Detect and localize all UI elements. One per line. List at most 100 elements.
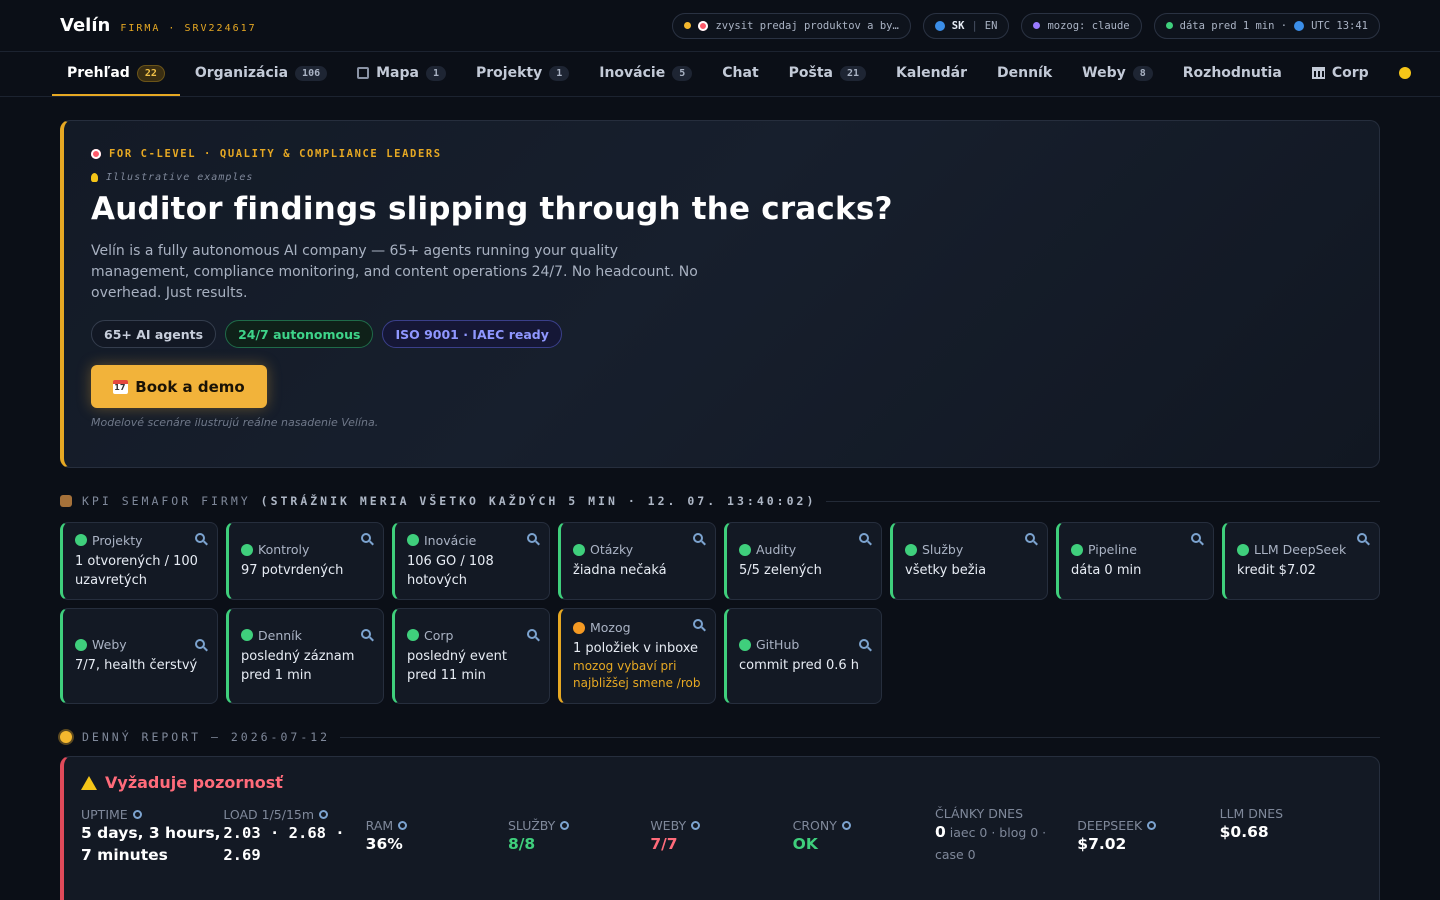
tab-prehlad[interactable]: Prehľad 22 <box>52 52 180 96</box>
tab-kalendar[interactable]: Kalendár <box>881 52 982 96</box>
kpi-card-llm-deepseek[interactable]: LLM DeepSeek kredit $7.02 <box>1222 522 1380 600</box>
magnifier-icon[interactable] <box>398 820 408 830</box>
kpi-value: žiadna nečaká <box>573 563 667 578</box>
tab-posta[interactable]: Pošta 21 <box>774 52 881 96</box>
lang-sk[interactable]: SK <box>952 20 965 32</box>
status-dot <box>1071 543 1083 556</box>
magnifier-icon[interactable] <box>361 533 371 543</box>
crons-value: OK <box>792 834 818 853</box>
uptime-label: UPTIME <box>81 806 128 822</box>
tab-corp[interactable]: Corp <box>1297 52 1384 96</box>
kpi-name: Corp <box>407 628 537 643</box>
goal-pill[interactable]: zvysit predaj produktov a by… <box>672 12 911 39</box>
bulb-icon <box>91 173 98 182</box>
kpi-value: 106 GO / 108 hotových <box>407 553 494 588</box>
kpi-card-corp[interactable]: Corp posledný event pred 11 min <box>392 608 550 704</box>
kpi-value: kredit $7.02 <box>1237 563 1316 578</box>
kpi-card-pipeline[interactable]: Pipeline dáta 0 min <box>1056 522 1214 600</box>
kpi-card-otazky[interactable]: Otázky žiadna nečaká <box>558 522 716 600</box>
hero-banner: FOR C-LEVEL · QUALITY & COMPLIANCE LEADE… <box>60 120 1380 468</box>
data-age-pill[interactable]: dáta pred 1 min · UTC 13:41 <box>1153 12 1380 39</box>
illustrative-note: Illustrative examples <box>91 172 1352 183</box>
tab-rozhodnutia[interactable]: Rozhodnutia <box>1168 52 1297 96</box>
tab-mapa[interactable]: Mapa 1 <box>342 52 461 96</box>
magnifier-icon[interactable] <box>195 533 205 543</box>
kpi-card-audity[interactable]: Audity 5/5 zelených <box>724 522 882 600</box>
kpi-section-header: KPI SEMAFOR FIRMY (STRÁŽNIK MERIA VŠETKO… <box>60 494 1380 508</box>
kpi-card-inovacie[interactable]: Inovácie 106 GO / 108 hotových <box>392 522 550 600</box>
magnifier-icon[interactable] <box>527 629 537 639</box>
illustrative-text: Illustrative examples <box>106 172 254 183</box>
kpi-name: Otázky <box>573 542 703 557</box>
tab-badge: 21 <box>840 65 867 81</box>
metric-deepseek: DEEPSEEK $7.02 <box>1077 806 1219 866</box>
magnifier-icon[interactable] <box>841 820 851 830</box>
magnifier-icon[interactable] <box>1025 533 1035 543</box>
tab-label: Kalendár <box>896 65 967 81</box>
llm-label: LLM DNES <box>1219 806 1284 821</box>
magnifier-icon[interactable] <box>1191 533 1201 543</box>
language-switcher[interactable]: SK | EN <box>922 12 1010 39</box>
kpi-label: Denník <box>258 627 302 643</box>
status-dot <box>573 543 585 556</box>
kpi-name: Služby <box>905 542 1035 557</box>
kpi-card-mozog[interactable]: Mozog 1 položiek v inboxe mozog vybaví p… <box>558 608 716 704</box>
metric-crons: CRONY OK <box>793 806 935 866</box>
owl-icon <box>60 495 72 507</box>
daily-report: Vyžaduje pozornosť UPTIME 5 days, 3 hour… <box>60 756 1380 900</box>
data-age-text: dáta pred 1 min · <box>1179 19 1288 32</box>
kpi-card-weby[interactable]: Weby 7/7, health čerstvý <box>60 608 218 704</box>
kpi-card-projekty[interactable]: Projekty 1 otvorených / 100 uzavretých <box>60 522 218 600</box>
tab-inovacie[interactable]: Inovácie 5 <box>584 52 707 96</box>
magnifier-icon[interactable] <box>1147 820 1157 830</box>
uptime-value: 5 days, 3 hours, 7 minutes <box>81 823 221 864</box>
tab-dennik[interactable]: Denník <box>982 52 1067 96</box>
magnifier-icon[interactable] <box>527 533 537 543</box>
tab-overflow[interactable] <box>1384 52 1426 96</box>
globe-icon <box>1294 20 1305 31</box>
magnifier-icon[interactable] <box>132 809 142 819</box>
tab-weby[interactable]: Weby 8 <box>1067 52 1168 96</box>
kpi-value: 1 otvorených / 100 uzavretých <box>75 553 198 588</box>
articles-breakdown: iaec 0 · blog 0 · case 0 <box>934 825 1047 862</box>
magnifier-icon[interactable] <box>319 809 329 819</box>
tab-organizacia[interactable]: Organizácia 106 <box>180 52 342 96</box>
kpi-label: GitHub <box>756 637 800 652</box>
book-demo-button[interactable]: Book a demo <box>91 365 267 408</box>
magnifier-icon[interactable] <box>361 629 371 639</box>
app-name: Velín <box>60 15 111 36</box>
load-value: 2.03 · 2.68 · 2.69 <box>223 823 345 864</box>
kpi-card-dennik[interactable]: Denník posledný záznam pred 1 min <box>226 608 384 704</box>
magnifier-icon[interactable] <box>691 820 701 830</box>
kpi-card-sluzby[interactable]: Služby všetky bežia <box>890 522 1048 600</box>
lang-en[interactable]: EN <box>985 20 998 32</box>
tab-projekty[interactable]: Projekty 1 <box>461 52 584 96</box>
deepseek-value: $7.02 <box>1077 834 1127 853</box>
kpi-value: commit pred 0.6 h <box>739 658 860 673</box>
report-heading: Vyžaduje pozornosť <box>81 773 1362 792</box>
metric-label: CRONY <box>793 818 935 833</box>
tab-label: Weby <box>1082 65 1126 81</box>
articles-count: 0 <box>934 823 946 841</box>
kpi-name: Mozog <box>573 620 703 635</box>
magnifier-icon[interactable] <box>195 639 205 649</box>
magnifier-icon[interactable] <box>1357 533 1367 543</box>
brain-pill[interactable]: mozog: claude <box>1021 12 1142 39</box>
kpi-card-kontroly[interactable]: Kontroly 97 potvrdených <box>226 522 384 600</box>
kpi-card-github[interactable]: GitHub commit pred 0.6 h <box>724 608 882 704</box>
status-dot <box>573 621 585 634</box>
bank-icon <box>1311 67 1325 79</box>
tab-chat[interactable]: Chat <box>707 52 773 96</box>
magnifier-icon[interactable] <box>859 639 869 649</box>
magnifier-icon[interactable] <box>693 533 703 543</box>
kpi-name: Denník <box>241 628 371 643</box>
magnifier-icon[interactable] <box>560 820 570 830</box>
brand[interactable]: Velín FIRMA · SRV224617 <box>60 15 257 36</box>
globe-icon <box>934 20 945 31</box>
magnifier-icon[interactable] <box>693 619 703 629</box>
magnifier-icon[interactable] <box>859 533 869 543</box>
tab-badge: 22 <box>136 64 165 82</box>
status-dot <box>75 638 87 651</box>
chip-autonomous: 24/7 autonomous <box>225 320 374 348</box>
hero-footnote: Modelové scenáre ilustrujú reálne nasade… <box>91 416 379 429</box>
